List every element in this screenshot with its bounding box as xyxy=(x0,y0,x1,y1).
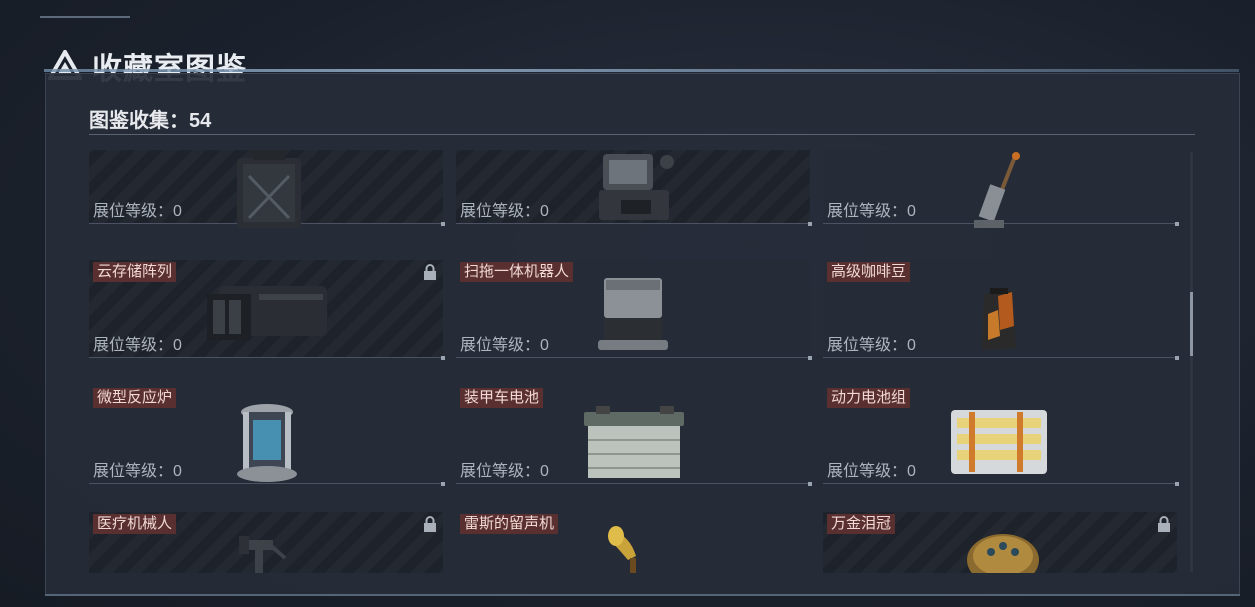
collection-card[interactable]: 万金泪冠 xyxy=(823,512,1177,573)
item-name-tag: 微型反应炉 xyxy=(93,388,177,408)
item-name-tag: 高级咖啡豆 xyxy=(827,262,911,282)
collection-card[interactable]: 医疗机械人 xyxy=(89,512,443,573)
collection-card[interactable]: 微型反应炉 展位等级：0 xyxy=(89,386,445,486)
collection-card[interactable]: 云存储阵列 展位等级：0 xyxy=(89,260,445,360)
card-corner-mark xyxy=(1175,222,1179,226)
card-corner-mark xyxy=(441,356,445,360)
card-corner-mark xyxy=(808,356,812,360)
reactor-icon xyxy=(237,404,297,482)
item-name-tag: 万金泪冠 xyxy=(827,514,896,534)
booth-level-label: 展位等级：0 xyxy=(460,203,549,220)
backpack-icon xyxy=(237,150,301,228)
booth-level-label: 展位等级：0 xyxy=(460,337,549,354)
lock-icon xyxy=(424,516,436,532)
booth-level-label: 展位等级：0 xyxy=(827,203,916,220)
medical-robot-icon xyxy=(239,536,287,573)
collection-card[interactable]: 展位等级：0 xyxy=(89,150,445,228)
collection-card[interactable]: 装甲车电池 展位等级：0 xyxy=(456,386,812,486)
item-grid[interactable]: 展位等级：0 展位等级：0 展位等级：0 云存储阵列 展位等级：0 扫拖一体机器… xyxy=(89,150,1189,573)
booth-level-label: 展位等级：0 xyxy=(827,337,916,354)
item-name-tag: 云存储阵列 xyxy=(93,262,177,282)
collection-card[interactable]: 雷斯的留声机 xyxy=(456,512,810,573)
booth-level-label: 展位等级：0 xyxy=(93,463,182,480)
card-corner-mark xyxy=(808,222,812,226)
card-corner-mark xyxy=(441,222,445,226)
coffee-bag-icon xyxy=(982,288,1016,350)
lock-icon xyxy=(1158,516,1170,532)
gramophone-icon xyxy=(608,526,636,573)
item-name-tag: 医疗机械人 xyxy=(93,514,177,534)
crown-icon xyxy=(967,534,1039,573)
card-corner-mark xyxy=(441,482,445,486)
scrollbar-thumb[interactable] xyxy=(1190,292,1193,356)
booth-level-label: 展位等级：0 xyxy=(827,463,916,480)
booth-level-label: 展位等级：0 xyxy=(93,203,182,220)
count-divider xyxy=(89,134,1195,135)
collection-count: 图鉴收集：54 xyxy=(89,110,212,132)
item-name-tag: 装甲车电池 xyxy=(460,388,544,408)
card-corner-mark xyxy=(1175,356,1179,360)
item-name-tag: 扫拖一体机器人 xyxy=(460,262,574,282)
lock-icon xyxy=(424,264,436,280)
server-icon xyxy=(207,286,327,340)
booth-level-label: 展位等级：0 xyxy=(460,463,549,480)
scrollbar-track[interactable] xyxy=(1190,152,1193,572)
collection-card[interactable]: 高级咖啡豆 展位等级：0 xyxy=(823,260,1179,360)
robot-icon xyxy=(598,278,668,350)
device-icon xyxy=(599,154,674,220)
collection-card[interactable]: 展位等级：0 xyxy=(456,150,812,226)
booth-level-label: 展位等级：0 xyxy=(93,337,182,354)
collection-card[interactable]: 动力电池组 展位等级：0 xyxy=(823,386,1179,486)
item-name-tag: 雷斯的留声机 xyxy=(460,514,559,534)
battery-icon xyxy=(584,406,684,478)
battery-pack-icon xyxy=(951,410,1047,474)
title-underline xyxy=(44,69,1239,72)
item-name-tag: 动力电池组 xyxy=(827,388,911,408)
panel-bottom-border xyxy=(45,594,1240,596)
vacuum-icon xyxy=(974,152,1020,228)
collection-card[interactable]: 扫拖一体机器人 展位等级：0 xyxy=(456,260,812,360)
title-bar: 收藏室图鉴 xyxy=(0,20,1255,86)
collection-card[interactable]: 展位等级：0 xyxy=(823,150,1179,228)
card-corner-mark xyxy=(808,482,812,486)
card-corner-mark xyxy=(1175,482,1179,486)
